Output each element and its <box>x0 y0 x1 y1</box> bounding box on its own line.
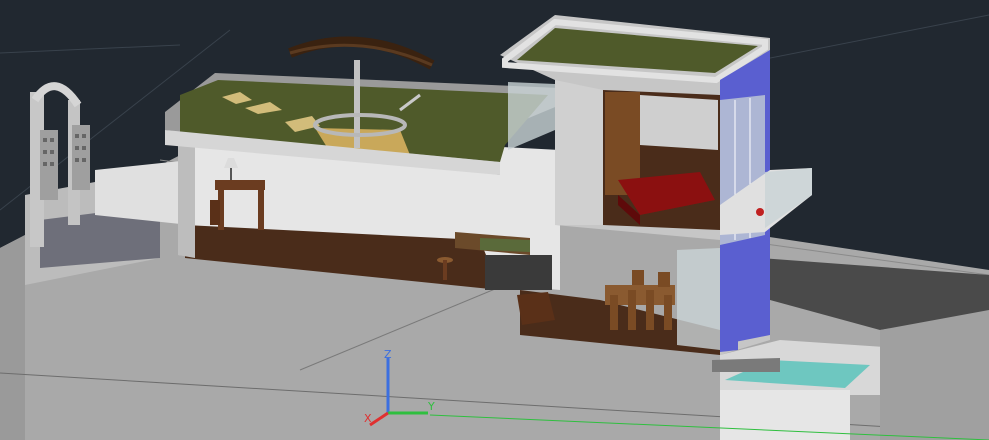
y-axis-label: Y <box>427 400 435 413</box>
ground-edge-right <box>880 310 989 440</box>
x-axis-label: X <box>364 412 372 425</box>
z-axis-label: Z <box>384 348 392 361</box>
house-model-scene[interactable]: Z Y X <box>0 0 989 440</box>
boundary-wall <box>95 160 190 225</box>
model-viewport[interactable]: Z Y X <box>0 0 989 440</box>
terrace-glass-rail <box>508 82 555 150</box>
